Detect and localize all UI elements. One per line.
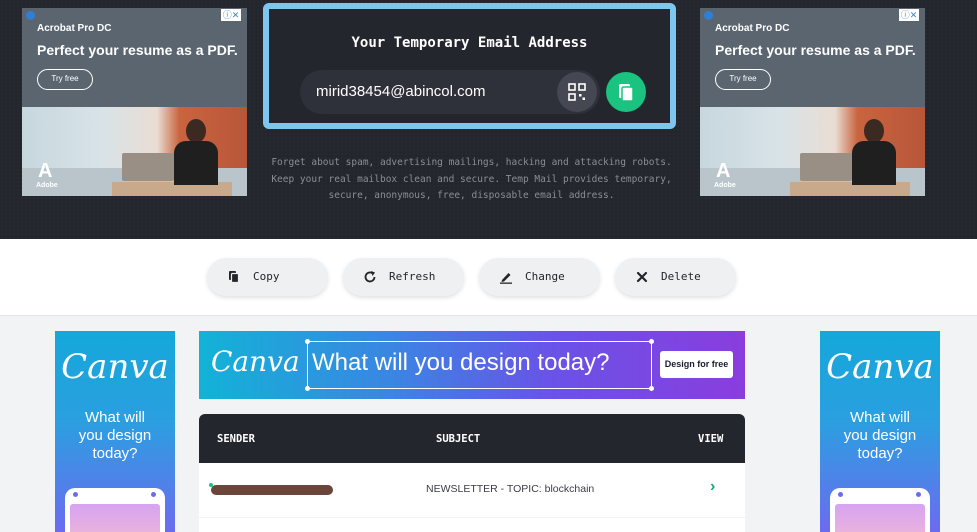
phone-mockup-image xyxy=(830,488,930,532)
refresh-icon xyxy=(364,271,376,283)
close-icon xyxy=(636,271,648,283)
ad-headline: Perfect your resume as a PDF. xyxy=(715,42,916,58)
ad-info-close-icon[interactable]: ⓘ✕ xyxy=(221,9,241,21)
email-address-field[interactable]: mirid38454@abincol.com xyxy=(300,70,600,114)
person-image xyxy=(172,119,222,185)
view-chevron-icon[interactable]: › xyxy=(710,478,715,496)
qr-code-button[interactable] xyxy=(557,72,597,112)
refresh-label: Refresh xyxy=(389,270,436,283)
copy-email-button[interactable] xyxy=(606,72,646,112)
inbox-header: SENDER SUBJECT VIEW xyxy=(199,414,745,463)
ad-photo: A Adobe xyxy=(22,107,247,196)
email-description: Forget about spam, advertising mailings,… xyxy=(271,157,672,201)
ad-brand: Acrobat Pro DC xyxy=(715,23,790,34)
sender-redacted xyxy=(211,485,333,495)
email-panel-title: Your Temporary Email Address xyxy=(351,35,588,51)
copy-icon xyxy=(619,84,634,102)
temporary-email-panel: Your Temporary Email Address mirid38454@… xyxy=(263,3,676,129)
ad-headline: Perfect your resume as a PDF. xyxy=(37,42,238,58)
action-bar: Copy Refresh Change Delete xyxy=(0,239,977,316)
table-row xyxy=(199,518,745,532)
adobe-logo-icon: A xyxy=(38,160,53,182)
laptop-image xyxy=(800,153,852,181)
change-button[interactable]: Change xyxy=(479,258,600,296)
canva-logo: Canva xyxy=(61,347,169,387)
canva-tagline: What will you design today? xyxy=(78,409,152,462)
ad-brand: Acrobat Pro DC xyxy=(37,23,112,34)
laptop-image xyxy=(122,153,174,181)
column-view: VIEW xyxy=(698,433,724,445)
delete-button[interactable]: Delete xyxy=(615,258,736,296)
canva-tagline: What will you design today? xyxy=(843,409,917,462)
canva-logo: Canva xyxy=(211,345,300,378)
ad-try-free-button[interactable]: Try free xyxy=(37,69,93,90)
table-row[interactable]: NEWSLETTER - TOPIC: blockchain › xyxy=(199,463,745,517)
inbox-table: SENDER SUBJECT VIEW NEWSLETTER - TOPIC: … xyxy=(199,414,745,532)
adobe-logo-word: Adobe xyxy=(36,182,58,189)
phone-mockup-image xyxy=(65,488,165,532)
copy-icon xyxy=(229,271,240,284)
column-sender: SENDER xyxy=(217,433,255,445)
delete-label: Delete xyxy=(661,270,701,283)
canva-banner-ad[interactable]: Canva What will you design today? Design… xyxy=(199,331,745,399)
column-subject: SUBJECT xyxy=(436,433,481,445)
design-for-free-button[interactable]: Design for free xyxy=(660,351,733,378)
message-subject[interactable]: NEWSLETTER - TOPIC: blockchain xyxy=(426,483,594,495)
copy-label: Copy xyxy=(253,270,280,283)
adobe-ad-right[interactable]: ⓘ✕ Acrobat Pro DC Perfect your resume as… xyxy=(700,8,925,196)
qr-code-icon xyxy=(568,83,586,101)
canva-ad-right[interactable]: Canva What will you design today? xyxy=(820,331,940,532)
adobe-logo-icon: A xyxy=(716,160,731,182)
hero-section: ⓘ✕ Acrobat Pro DC Perfect your resume as… xyxy=(0,0,977,239)
canva-logo: Canva xyxy=(826,347,934,387)
adobe-ad-left[interactable]: ⓘ✕ Acrobat Pro DC Perfect your resume as… xyxy=(22,8,247,196)
copy-button[interactable]: Copy xyxy=(207,258,328,296)
canva-banner-text: What will you design today? xyxy=(312,349,610,376)
refresh-button[interactable]: Refresh xyxy=(343,258,464,296)
change-label: Change xyxy=(525,270,565,283)
adobe-logo-word: Adobe xyxy=(714,182,736,189)
ad-try-free-button[interactable]: Try free xyxy=(715,69,771,90)
ad-photo: A Adobe xyxy=(700,107,925,196)
ad-info-close-icon[interactable]: ⓘ✕ xyxy=(899,9,919,21)
canva-ad-left[interactable]: Canva What will you design today? xyxy=(55,331,175,532)
email-address-value[interactable]: mirid38454@abincol.com xyxy=(316,83,485,100)
person-image xyxy=(850,119,900,185)
ad-choices-icon[interactable] xyxy=(26,11,35,20)
edit-icon xyxy=(500,273,512,284)
unread-dot xyxy=(209,483,213,487)
ad-choices-icon[interactable] xyxy=(704,11,713,20)
